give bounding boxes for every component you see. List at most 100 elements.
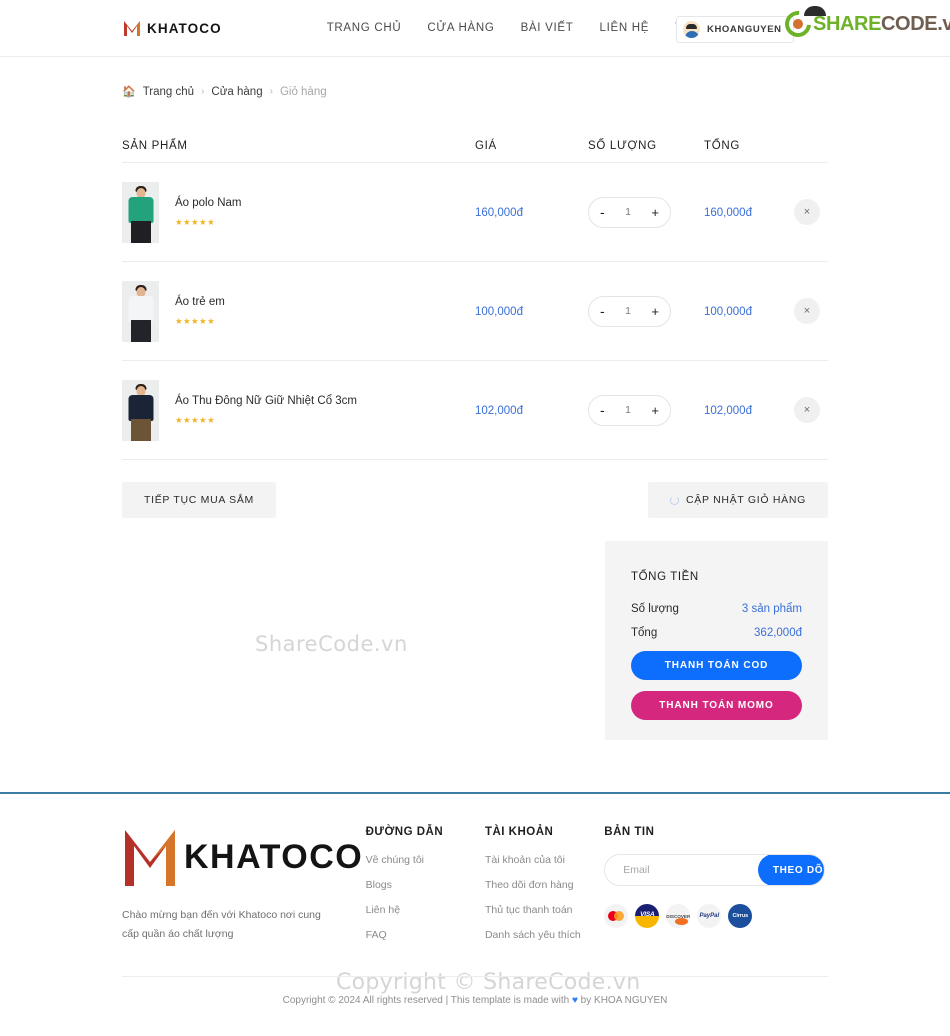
checkout-momo-button[interactable]: THANH TOÁN MOMO [631,691,802,720]
line-total: 160,000đ [704,207,752,219]
footer-link-thu-tuc-thanh-toan[interactable]: Thủ tục thanh toán [485,904,604,916]
update-cart-button[interactable]: CẬP NHẬT GIỎ HÀNG [647,482,828,518]
nav-item-lien-he[interactable]: LIÊN HỆ [599,22,649,34]
newsletter-subscribe-button[interactable]: THEO DÕI [758,855,825,885]
column-header-quantity: SỐ LƯỢNG [588,140,657,152]
payment-methods: VISA DISCOVER PayPal Cirrus [604,904,828,928]
rating-stars: ★★★★★ [175,216,216,227]
product-price: 102,000đ [475,405,523,417]
quantity-decrease-button[interactable]: - [600,403,605,417]
rating-stars: ★★★★★ [175,315,216,326]
line-total: 102,000đ [704,405,752,417]
quantity-stepper[interactable]: - + [588,295,671,327]
column-header-product: SẢN PHẨM [122,140,188,152]
quantity-decrease-button[interactable]: - [600,205,605,219]
table-row: Áo polo Nam ★★★★★ 160,000đ - + 160,000đ … [122,163,828,262]
site-logo-text: KHATOCO [147,20,222,36]
quantity-decrease-button[interactable]: - [600,304,605,318]
product-name-link[interactable]: Áo Thu Đông Nữ Giữ Nhiệt Cổ 3cm [175,394,357,409]
table-row: Áo trẻ em ★★★★★ 100,000đ - + 100,000đ × [122,262,828,361]
product-thumbnail[interactable] [122,181,159,243]
product-price: 160,000đ [475,207,523,219]
newsletter-email-input[interactable] [623,864,759,876]
quantity-increase-button[interactable]: + [651,206,659,219]
column-header-price: GIÁ [475,140,497,152]
footer-brand: KHATOCO Chào mừng bạn đến với Khatoco nơ… [122,826,366,954]
discover-icon: DISCOVER [666,904,691,928]
quantity-stepper[interactable]: - + [588,196,671,228]
breadcrumb-item-gio-hang: Giỏ hàng [279,85,327,98]
sharecode-code-text: CODE.vn [881,13,950,35]
footer-link-tai-khoan-cua-toi[interactable]: Tài khoản của tôi [485,854,604,866]
cirrus-icon: Cirrus [728,904,753,928]
totals-quantity-value: 3 sản phẩm [741,603,802,615]
footer-link-blogs[interactable]: Blogs [366,879,485,891]
newsletter-form: THEO DÕI [604,854,826,886]
product-price: 100,000đ [475,306,523,318]
mastercard-icon [604,904,629,928]
breadcrumb-item-trang-chu[interactable]: Trang chủ [143,86,194,98]
footer-link-ve-chung-toi[interactable]: Về chúng tôi [366,854,485,866]
totals-row-quantity: Số lượng 3 sản phẩm [631,603,802,615]
footer-account-column: TÀI KHOẢN Tài khoản của tôi Theo dõi đơn… [485,826,604,954]
update-cart-label: CẬP NHẬT GIỎ HÀNG [685,494,806,506]
product-name-link[interactable]: Áo polo Nam [175,196,241,211]
remove-item-button[interactable]: × [794,397,820,423]
user-name-label: KHOANGUYEN [707,24,782,35]
loading-spinner-icon [669,495,679,505]
cart-totals-panel: TỔNG TIỀN Số lượng 3 sản phẩm Tổng 362,0… [605,541,828,740]
quantity-increase-button[interactable]: + [651,305,659,318]
khatoco-m-monogram-icon [122,826,178,888]
breadcrumb-separator: › [269,86,273,97]
quantity-input[interactable] [619,206,638,218]
totals-title: TỔNG TIỀN [631,571,699,583]
copyright-text: Copyright © 2024 All rights reserved | T… [283,995,668,1006]
footer-logo[interactable]: KHATOCO [122,826,366,888]
totals-total-value: 362,000đ [754,627,802,639]
footer-links-column: ĐƯỜNG DẪN Về chúng tôi Blogs Liên hệ FAQ [366,826,485,954]
quantity-increase-button[interactable]: + [651,404,659,417]
home-icon: 🏠 [122,86,136,98]
totals-quantity-label: Số lượng [631,603,679,615]
rating-stars: ★★★★★ [175,414,216,425]
product-thumbnail[interactable] [122,280,159,342]
footer-link-theo-doi-don-hang[interactable]: Theo dõi đơn hàng [485,879,604,891]
site-logo[interactable]: KHATOCO [122,18,222,38]
footer-logo-text: KHATOCO [184,838,364,876]
breadcrumb-separator: › [201,86,205,97]
quantity-input[interactable] [619,404,638,416]
remove-item-button[interactable]: × [794,199,820,225]
footer-link-faq[interactable]: FAQ [366,929,485,941]
quantity-input[interactable] [619,305,638,317]
nav-item-bai-viet[interactable]: BÀI VIẾT [521,22,574,34]
footer-description: Chào mừng bạn đến với Khatoco nơi cung c… [122,909,321,941]
nav-item-cua-hang[interactable]: CỬA HÀNG [427,22,494,34]
paypal-icon: PayPal [697,904,722,928]
copyright-bar: Copyright © 2024 All rights reserved | T… [122,976,828,1008]
quantity-stepper[interactable]: - + [588,394,671,426]
footer-link-danh-sach-yeu-thich[interactable]: Danh sách yêu thích [485,929,604,941]
sharecode-share-text: SHARE [813,13,882,35]
visa-icon: VISA [635,904,660,928]
footer-newsletter-title: BẢN TIN [604,826,655,838]
copyright-pre: Copyright © 2024 All rights reserved | T… [282,995,572,1006]
product-name-link[interactable]: Áo trẻ em [175,295,225,310]
footer-links-title: ĐƯỜNG DẪN [365,826,444,838]
continue-shopping-button[interactable]: TIẾP TỤC MUA SẮM [122,482,276,518]
remove-item-button[interactable]: × [794,298,820,324]
checkout-cod-button[interactable]: THANH TOÁN COD [631,651,802,680]
footer-link-lien-he[interactable]: Liên hệ [366,904,485,916]
nav-item-trang-chu[interactable]: TRANG CHỦ [327,22,402,34]
table-row: Áo Thu Đông Nữ Giữ Nhiệt Cổ 3cm ★★★★★ 10… [122,361,828,460]
cart-actions: TIẾP TỤC MUA SẮM CẬP NHẬT GIỎ HÀNG [122,482,828,518]
cart-table-header: SẢN PHẨM GIÁ SỐ LƯỢNG TỔNG [122,130,828,162]
product-thumbnail[interactable] [122,379,159,441]
sharecode-center-watermark: ShareCode.vn [255,632,408,656]
footer-account-title: TÀI KHOẢN [484,826,554,838]
site-footer: KHATOCO Chào mừng bạn đến với Khatoco nơ… [0,794,950,954]
main-nav: TRANG CHỦ CỬA HÀNG BÀI VIẾT LIÊN HỆ TRAN… [327,22,719,34]
user-account-button[interactable]: KHOANGUYEN [676,16,794,43]
totals-row-total: Tổng 362,000đ [631,627,802,639]
footer-newsletter: BẢN TIN THEO DÕI VISA DISCOVER PayPal Ci… [604,826,828,954]
breadcrumb-item-cua-hang[interactable]: Cửa hàng [211,86,262,98]
